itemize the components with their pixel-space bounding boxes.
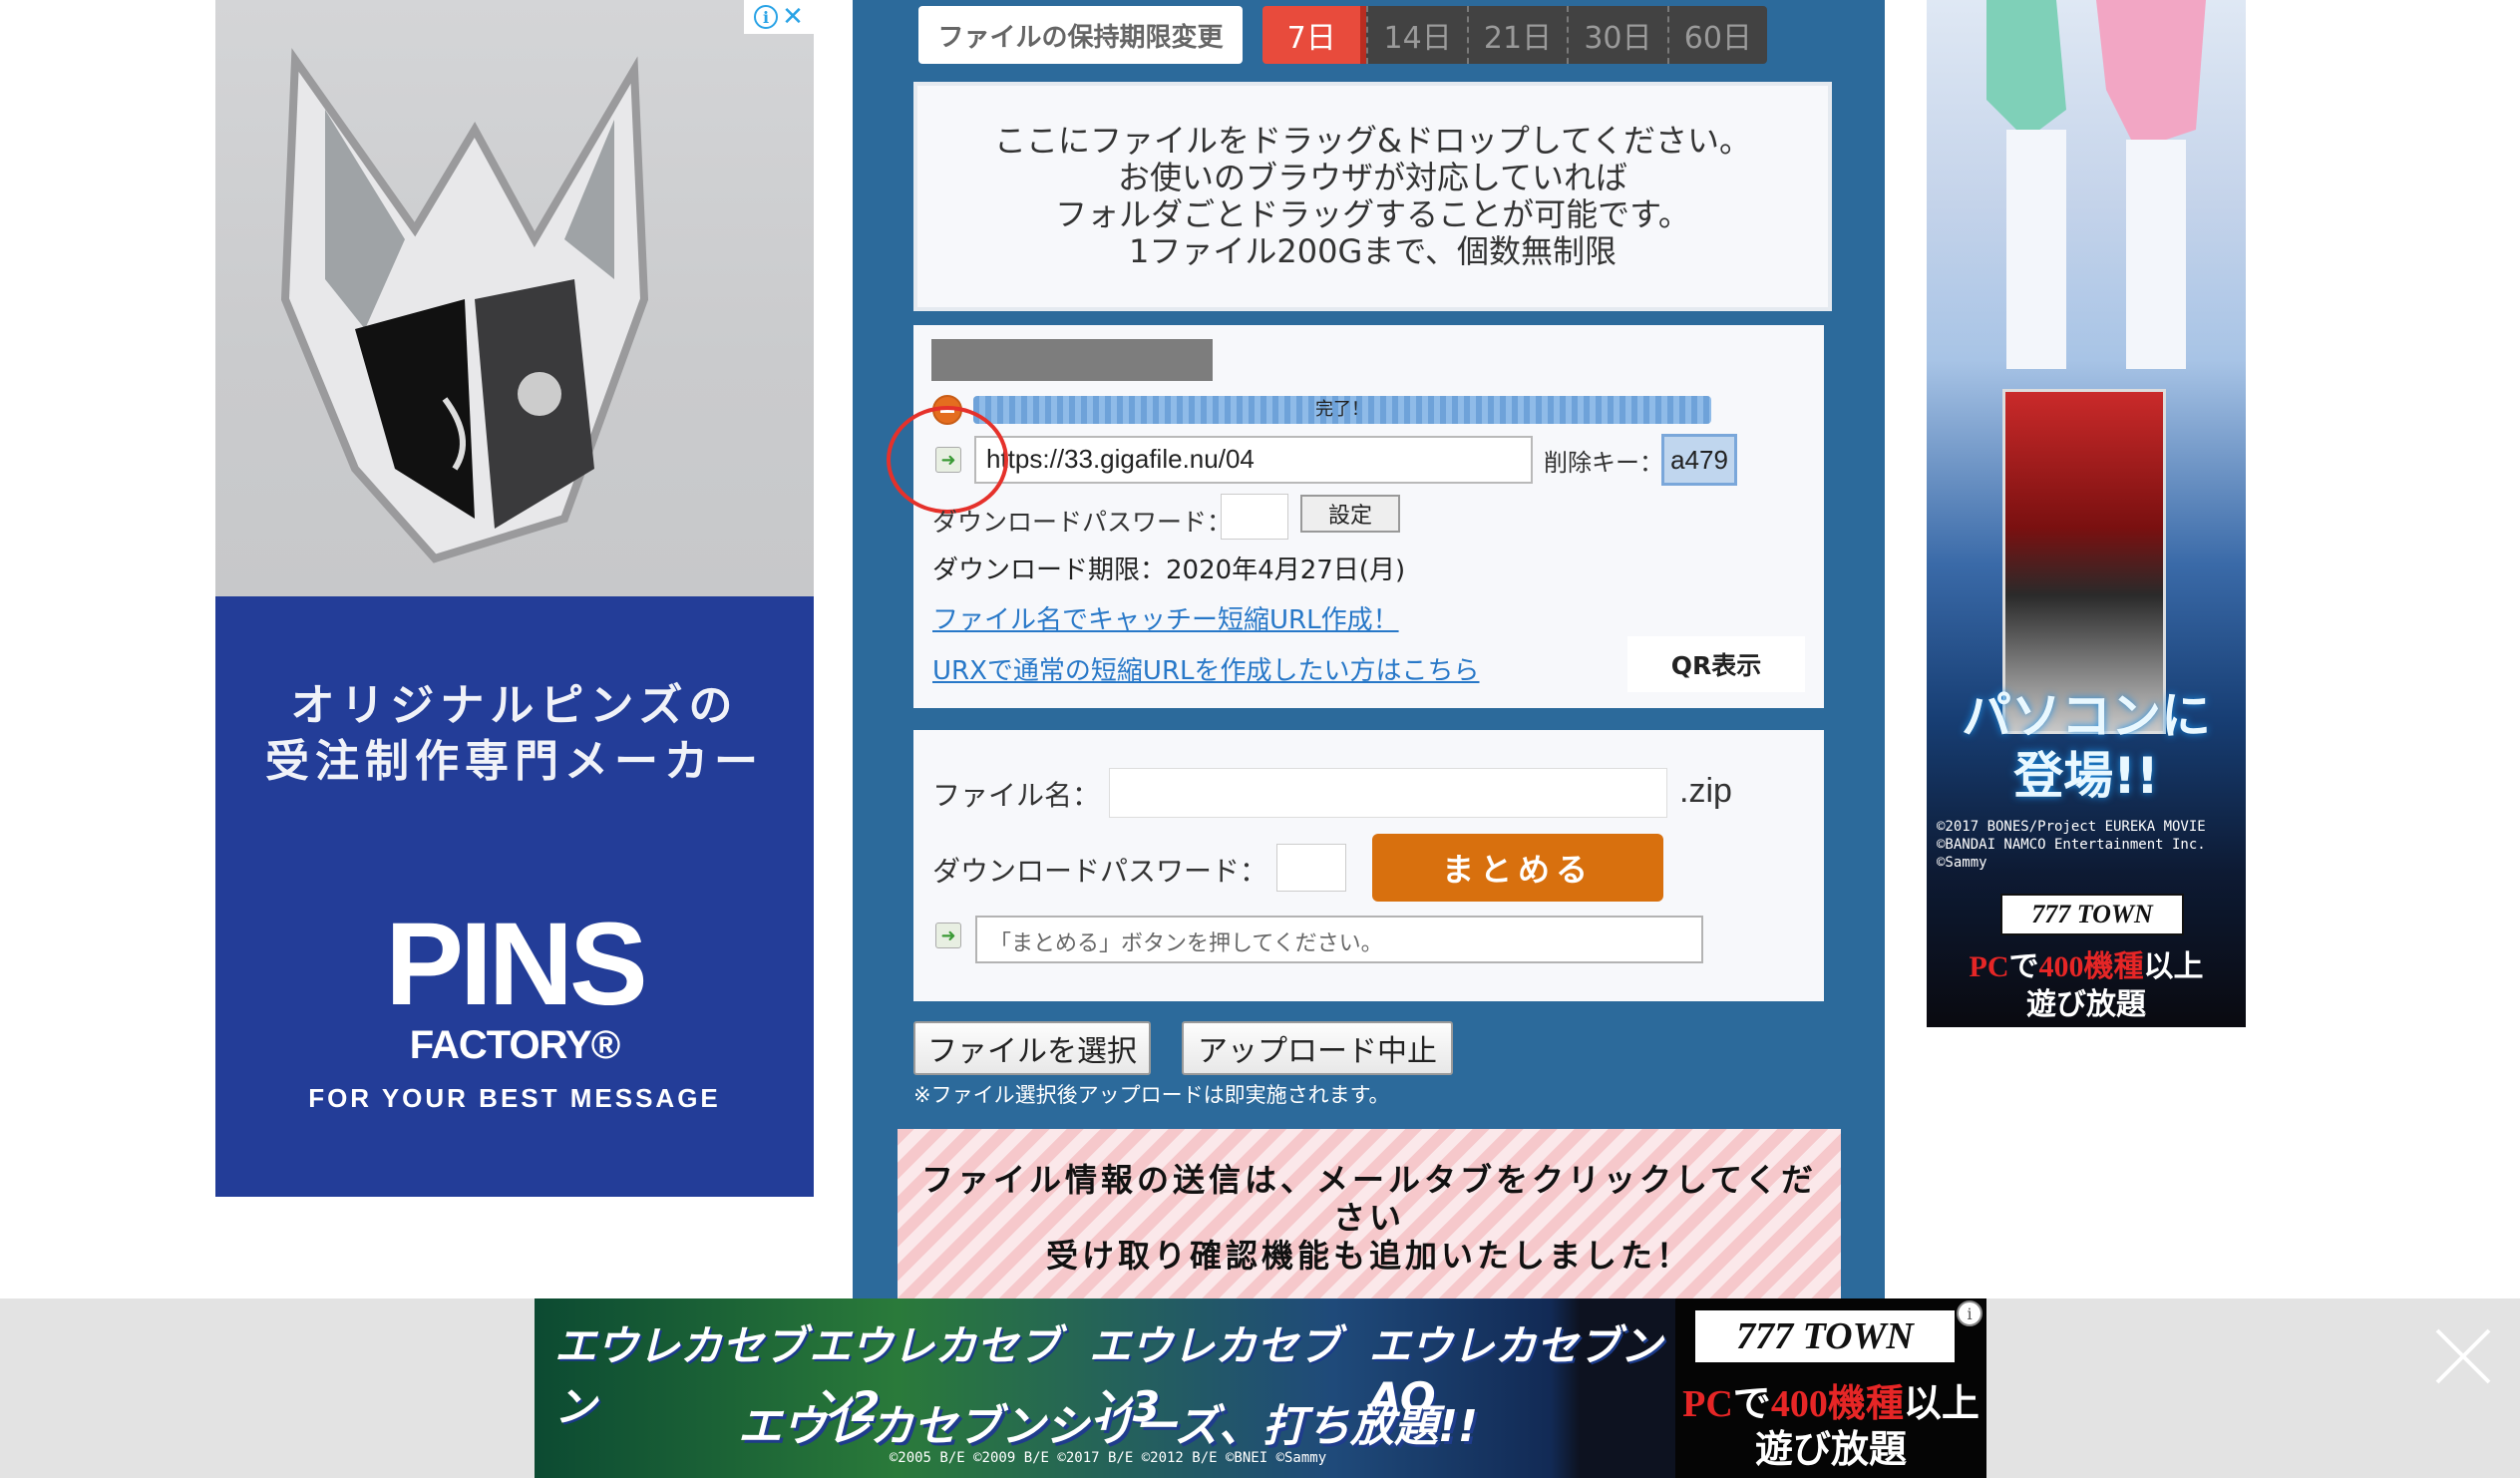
delete-key-field[interactable]: a479	[1661, 434, 1737, 486]
ad-choices[interactable]: i ✕	[744, 0, 814, 34]
upload-note: ※ファイル選択後アップロードは即実施されます。	[913, 1083, 1390, 1107]
ad-brand-name: PINS	[385, 899, 647, 1030]
download-deadline: ダウンロード期限：2020年4月27日(月)	[932, 555, 1406, 585]
ad-copyright-line2: ©BANDAI NAMCO Entertainment Inc.	[1937, 837, 2206, 853]
bottom-ad-info-icon[interactable]: i	[1957, 1300, 1982, 1326]
tab-21-days[interactable]: 21日	[1466, 6, 1568, 64]
ad-copyright: ©2017 BONES/Project EUREKA MOVIE ©BANDAI…	[1937, 818, 2206, 872]
bottom-ad-777town-panel: 777 TOWN PCで400機種以上 遊び放題	[1675, 1298, 1986, 1478]
tab-30-days[interactable]: 30日	[1567, 6, 1667, 64]
ad-anime-art	[1947, 0, 2226, 379]
ad-slogan: FOR YOUR BEST MESSAGE	[308, 1083, 721, 1113]
notice-line3: 受け取り確認機能も追加いたしました！	[1045, 1237, 1692, 1275]
uploaded-filename-redacted	[931, 339, 1213, 381]
ad-heading-line1: パソコンに	[1962, 687, 2211, 745]
bundle-filename-input[interactable]	[1109, 768, 1667, 818]
retention-label: ファイルの保持期限変更	[918, 6, 1243, 64]
bundle-button[interactable]: まとめる	[1372, 834, 1663, 902]
ad-777town-logo: 777 TOWN	[2000, 894, 2184, 935]
ad-brand-sub: FACTORY®	[409, 1023, 620, 1067]
ad-close-icon[interactable]: ✕	[782, 4, 804, 30]
tab-7-days[interactable]: 7日	[1262, 6, 1367, 64]
abort-upload-button[interactable]: アップロード中止	[1182, 1021, 1453, 1075]
tab-60-days[interactable]: 60日	[1666, 6, 1767, 64]
bottom-ad-slogan: エウレカセブンシリーズ、打ち放題!!	[738, 1401, 1478, 1452]
tab-14-days[interactable]: 14日	[1366, 6, 1467, 64]
bundle-result-field[interactable]: 「まとめる」ボタンを押してください。	[975, 916, 1703, 963]
urx-short-url-link[interactable]: URXで通常の短縮URLを作成したい方はこちら	[932, 650, 1480, 687]
notice-line1: ファイル情報の送信は、メールタブをクリックしてくだ	[920, 1161, 1818, 1199]
ad-heading-line2: 登場!!	[2013, 747, 2159, 805]
ad-copyright-line3: ©Sammy	[1937, 855, 1987, 871]
ad-brand-panel: オリジナルピンズの 受注制作専門メーカー PINS FACTORY® FOR Y…	[215, 596, 814, 1197]
left-advertisement[interactable]: オリジナルピンズの 受注制作専門メーカー PINS FACTORY® FOR Y…	[215, 0, 814, 1197]
bundle-password-input[interactable]	[1276, 844, 1346, 892]
upload-progress-bar: 完了！	[973, 396, 1711, 424]
ad-pin-photo	[215, 0, 814, 596]
set-password-button[interactable]: 設定	[1300, 495, 1400, 533]
delete-key-label: 削除キー：	[1544, 449, 1663, 477]
mail-tab-notice: ファイル情報の送信は、メールタブをクリックしてくだ さい 受け取り確認機能も追加…	[898, 1129, 1841, 1306]
ad-tagline-line1: オリジナルピンズの	[290, 680, 739, 731]
dropzone-line3: フォルダごとドラッグすることが可能です。	[1055, 195, 1690, 233]
dropzone-line4: 1ファイル200Gまで、個数無制限	[1129, 232, 1617, 270]
ad-copyright-line1: ©2017 BONES/Project EUREKA MOVIE	[1937, 819, 2206, 835]
download-url-field[interactable]: https://33.gigafile.nu/04	[974, 436, 1533, 484]
dropzone-line1: ここにファイルをドラッグ&ドロップしてください。	[993, 122, 1752, 160]
bottom-advertisement[interactable]: エウレカセブン エウレカセブン2 エウレカセブン3 エウレカセブンAO エウレカ…	[535, 1298, 1986, 1478]
close-icon[interactable]	[2433, 1326, 2493, 1386]
ad-tagline-line2: 受注制作専門メーカー	[265, 736, 764, 787]
drop-zone[interactable]: ここにファイルをドラッグ&ドロップしてください。 お使いのブラウザが対応していれ…	[913, 82, 1832, 311]
retention-day-tabs: 7日 14日 21日 30日 60日	[1262, 6, 1767, 64]
catchy-short-url-link[interactable]: ファイル名でキャッチー短縮URL作成！	[932, 599, 1399, 636]
download-password-label: ダウンロードパスワード：	[932, 508, 1233, 537]
ad-slot-machine	[2002, 389, 2166, 734]
right-advertisement[interactable]: パソコンに 登場!! ©2017 BONES/Project EUREKA MO…	[1927, 0, 2246, 1027]
bottom-ad-777town-logo: 777 TOWN	[1695, 1310, 1955, 1362]
zip-extension-label: .zip	[1679, 772, 1732, 810]
bundle-link-icon[interactable]: ➜	[935, 923, 961, 948]
qr-display-button[interactable]: QR表示	[1627, 636, 1805, 692]
highlight-circle-annotation	[887, 406, 1008, 514]
bottom-ad-subtitle-line2: 遊び放題	[1754, 1429, 1907, 1471]
ad-info-icon[interactable]: i	[754, 5, 779, 29]
bundle-password-label: ダウンロードパスワード：	[932, 855, 1268, 888]
bottom-ad-copyright: ©2005 B/E ©2009 B/E ©2017 B/E ©2012 B/E …	[889, 1450, 1327, 1466]
select-files-button[interactable]: ファイルを選択	[913, 1021, 1151, 1075]
ad-subtitle-line2: 遊び放題	[2026, 988, 2146, 1021]
bundle-filename-label: ファイル名：	[932, 779, 1101, 812]
notice-line2: さい	[1332, 1199, 1405, 1237]
dropzone-line2: お使いのブラウザが対応していれば	[1117, 159, 1628, 196]
download-password-input[interactable]	[1221, 494, 1288, 540]
